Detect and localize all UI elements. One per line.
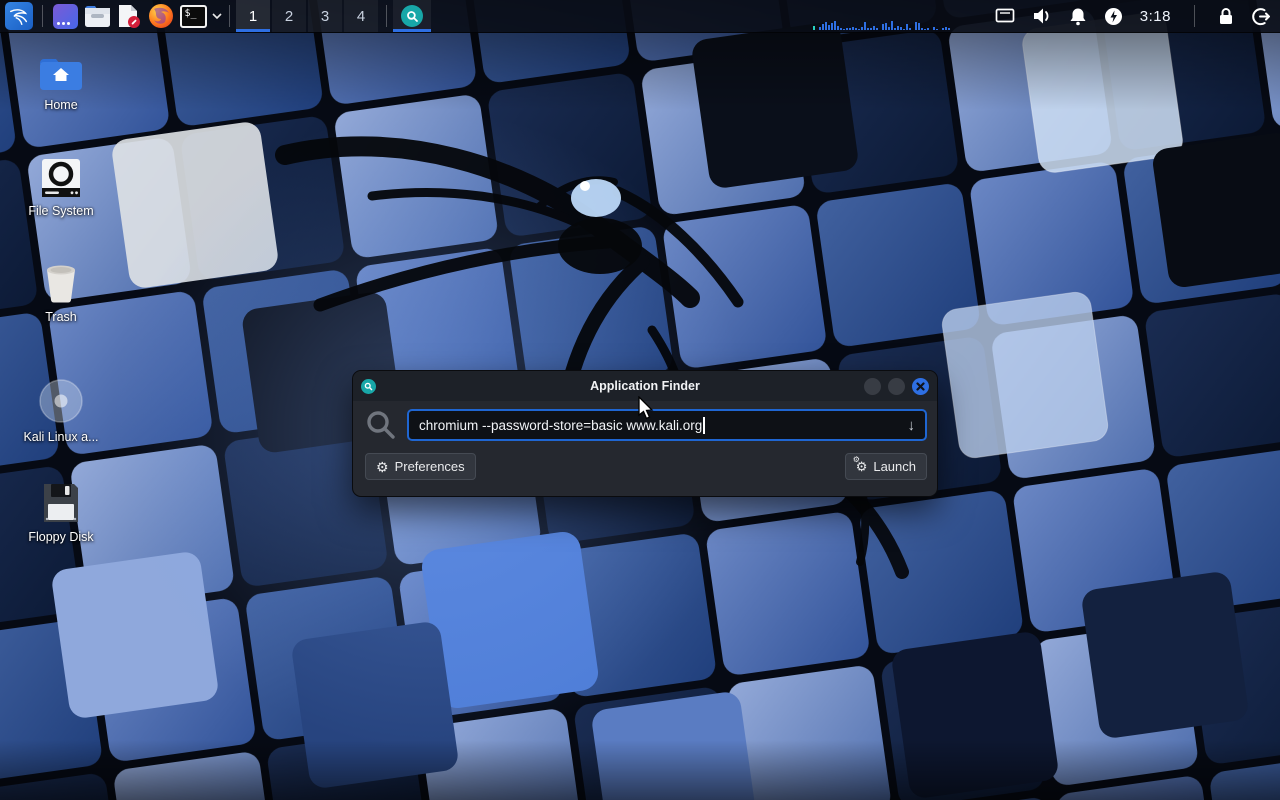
desktop-icon-floppy-disk[interactable]: Floppy Disk <box>15 482 107 544</box>
search-input-value: chromium --password-store=basic www.kali… <box>419 418 702 433</box>
desktop-icon-label: Home <box>44 98 77 112</box>
taskbar-application-finder[interactable] <box>393 0 431 32</box>
panel-separator <box>42 5 43 27</box>
logout-icon[interactable] <box>1251 7 1270 26</box>
desktop-window-icon <box>53 4 78 29</box>
chevron-down-icon[interactable] <box>211 12 223 20</box>
workspace-4[interactable]: 4 <box>344 0 378 32</box>
launcher-file-manager[interactable] <box>81 0 113 33</box>
terminal-icon: $_ <box>180 5 207 28</box>
top-panel: $_ 1 2 3 4 <box>0 0 1280 33</box>
applications-menu-button[interactable] <box>5 2 33 30</box>
gear-icon: ⚙ <box>376 460 389 474</box>
file-manager-icon <box>84 5 111 28</box>
maximize-button[interactable] <box>888 378 905 395</box>
launcher-terminal[interactable]: $_ <box>177 0 209 33</box>
cdrom-icon <box>38 378 84 424</box>
search-icon <box>365 409 397 441</box>
notifications-icon[interactable] <box>1069 7 1087 26</box>
desktop-icon-home[interactable]: Home <box>15 56 107 112</box>
dropdown-arrow-icon[interactable]: ↓ <box>908 417 916 434</box>
home-folder-icon <box>38 56 84 92</box>
kali-menu-icon <box>8 5 30 27</box>
mouse-cursor <box>637 396 655 422</box>
launch-label: Launch <box>873 459 916 474</box>
desktop-icon-label: Kali Linux a... <box>23 430 98 444</box>
preferences-label: Preferences <box>395 459 465 474</box>
desktop-icon-file-system[interactable]: File System <box>15 158 107 218</box>
application-finder-window: Application Finder chromium --password-s… <box>352 370 938 497</box>
firefox-icon <box>148 3 174 29</box>
system-tray: 3:18 <box>995 0 1280 32</box>
preferences-button[interactable]: ⚙ Preferences <box>365 453 476 480</box>
launch-button[interactable]: ⚙⚙ Launch <box>845 453 927 480</box>
volume-icon[interactable] <box>1032 7 1052 25</box>
launcher-text-editor[interactable] <box>113 0 145 33</box>
clock[interactable]: 3:18 <box>1140 8 1171 25</box>
panel-separator <box>1194 5 1195 27</box>
desktop-icon-trash[interactable]: Trash <box>15 262 107 324</box>
panel-separator <box>229 5 230 27</box>
launcher-desktop-app[interactable] <box>49 0 81 33</box>
desktop-icon-label: File System <box>28 204 93 218</box>
network-icon[interactable] <box>995 8 1015 24</box>
power-icon[interactable] <box>1104 7 1123 26</box>
desktop-icon-label: Floppy Disk <box>28 530 93 544</box>
workspace-switcher: 1 2 3 4 <box>236 0 380 32</box>
window-title: Application Finder <box>353 379 937 393</box>
text-editor-icon <box>117 3 141 29</box>
desktop-icon-kali-cdrom[interactable]: Kali Linux a... <box>15 378 107 444</box>
workspace-3[interactable]: 3 <box>308 0 342 32</box>
search-input[interactable]: chromium --password-store=basic www.kali… <box>407 409 927 441</box>
workspace-2[interactable]: 2 <box>272 0 306 32</box>
workspace-1[interactable]: 1 <box>236 0 270 32</box>
trash-icon <box>40 262 82 304</box>
hard-disk-icon <box>40 158 82 198</box>
panel-launchers: $_ 1 2 3 4 <box>0 0 431 32</box>
run-icon: ⚙⚙ <box>856 460 868 473</box>
floppy-icon <box>40 482 82 524</box>
cpu-graph[interactable] <box>813 0 981 32</box>
close-icon <box>916 382 925 391</box>
lock-icon[interactable] <box>1218 7 1234 25</box>
close-button[interactable] <box>912 378 929 395</box>
text-caret <box>703 417 705 434</box>
panel-separator <box>386 5 387 27</box>
application-finder-icon <box>401 5 423 27</box>
desktop-icon-label: Trash <box>45 310 77 324</box>
minimize-button[interactable] <box>864 378 881 395</box>
launcher-firefox[interactable] <box>145 0 177 33</box>
